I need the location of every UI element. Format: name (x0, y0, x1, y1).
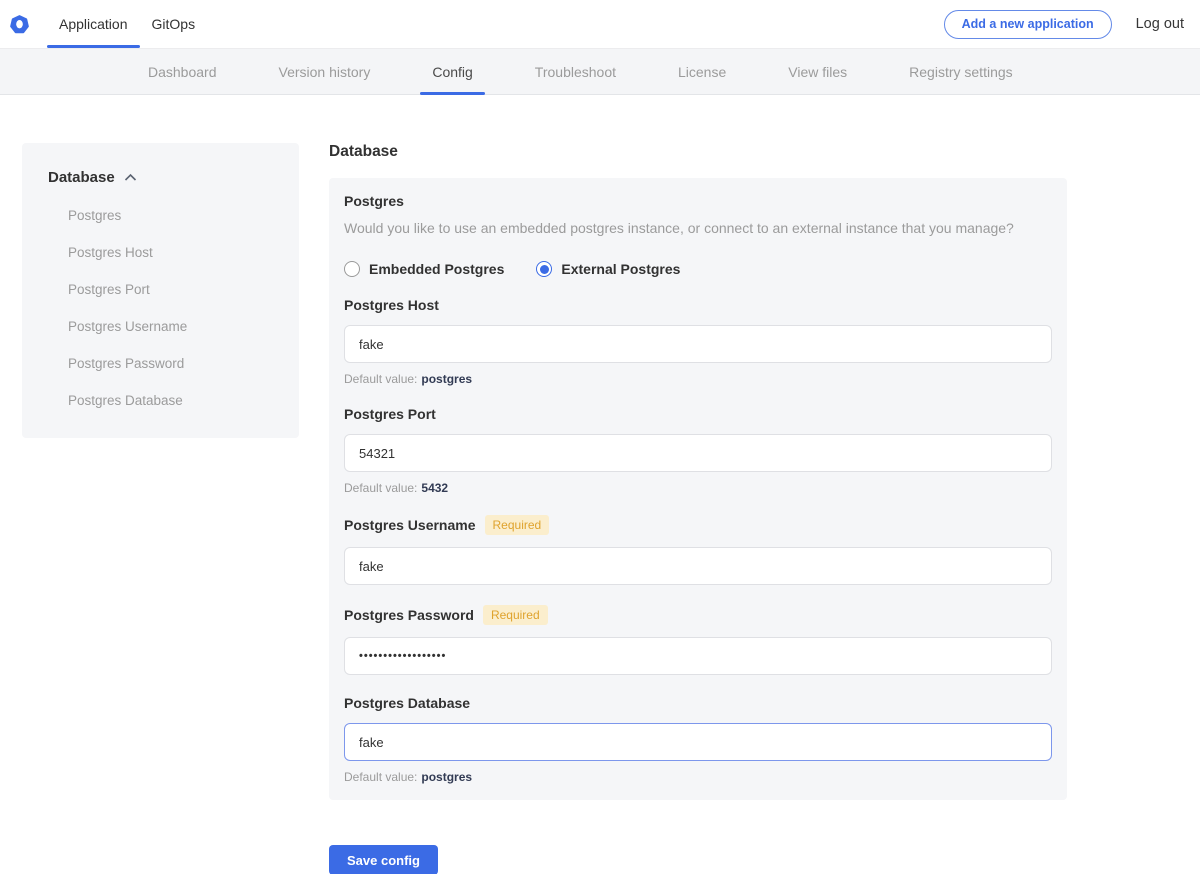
save-config-button[interactable]: Save config (329, 845, 438, 874)
topnav-tabs: Application GitOps (47, 0, 207, 48)
postgres-host-input[interactable] (344, 325, 1052, 363)
required-badge: Required (483, 605, 548, 625)
postgres-port-helper: Default value:5432 (344, 481, 1052, 495)
field-postgres-host: Postgres Host Default value:postgres (344, 297, 1052, 386)
subnav-tab-troubleshoot[interactable]: Troubleshoot (523, 49, 628, 94)
config-page: Database Postgres Postgres Host Postgres… (0, 95, 1200, 874)
field-postgres-database: Postgres Database Default value:postgres (344, 695, 1052, 784)
postgres-password-input[interactable] (344, 637, 1052, 675)
config-item-postgres: Postgres Would you like to use an embedd… (344, 193, 1052, 277)
sidebar-item-postgres-database[interactable]: Postgres Database (48, 393, 279, 408)
subnav-tab-config[interactable]: Config (420, 49, 484, 94)
topnav-right: Add a new application Log out (944, 0, 1200, 48)
radio-selected-icon (536, 261, 552, 277)
top-navbar: Application GitOps Add a new application… (0, 0, 1200, 48)
sidebar-group-label: Database (48, 169, 115, 186)
postgres-database-helper: Default value:postgres (344, 770, 1052, 784)
postgres-host-label: Postgres Host (344, 297, 439, 313)
config-group-panel: Postgres Would you like to use an embedd… (329, 178, 1067, 800)
radio-embedded-postgres[interactable]: Embedded Postgres (344, 261, 504, 277)
postgres-port-input[interactable] (344, 434, 1052, 472)
subnav-tab-view-files[interactable]: View files (776, 49, 859, 94)
postgres-port-label: Postgres Port (344, 406, 436, 422)
field-postgres-username: Postgres Username Required (344, 515, 1052, 585)
topnav-tab-application[interactable]: Application (47, 0, 140, 48)
subnav-tab-registry-settings[interactable]: Registry settings (897, 49, 1024, 94)
postgres-username-label: Postgres Username (344, 517, 476, 533)
postgres-radio-group: Embedded Postgres External Postgres (344, 261, 1052, 277)
sidebar-item-postgres-port[interactable]: Postgres Port (48, 282, 279, 297)
sidebar-item-postgres-username[interactable]: Postgres Username (48, 319, 279, 334)
postgres-username-input[interactable] (344, 547, 1052, 585)
subnav-tab-license[interactable]: License (666, 49, 738, 94)
kots-logo-icon (10, 15, 29, 34)
topnav-tab-gitops[interactable]: GitOps (140, 0, 208, 48)
sidebar-item-list: Postgres Postgres Host Postgres Port Pos… (48, 208, 279, 408)
required-badge: Required (485, 515, 550, 535)
config-main: Database Postgres Would you like to use … (329, 143, 1067, 874)
app-logo[interactable] (10, 0, 47, 48)
sidebar-item-postgres[interactable]: Postgres (48, 208, 279, 223)
app-subnav: Dashboard Version history Config Trouble… (0, 48, 1200, 95)
sidebar-group-database[interactable]: Database (48, 169, 279, 186)
radio-external-postgres[interactable]: External Postgres (536, 261, 680, 277)
postgres-item-title: Postgres (344, 193, 1052, 209)
chevron-up-icon (124, 173, 137, 182)
field-postgres-port: Postgres Port Default value:5432 (344, 406, 1052, 495)
postgres-database-input[interactable] (344, 723, 1052, 761)
add-new-application-button[interactable]: Add a new application (944, 10, 1112, 39)
subnav-tab-dashboard[interactable]: Dashboard (136, 49, 229, 94)
subnav-tab-version-history[interactable]: Version history (267, 49, 383, 94)
field-postgres-password: Postgres Password Required (344, 605, 1052, 675)
sidebar-item-postgres-password[interactable]: Postgres Password (48, 356, 279, 371)
radio-unselected-icon (344, 261, 360, 277)
postgres-password-label: Postgres Password (344, 607, 474, 623)
logout-button[interactable]: Log out (1136, 16, 1184, 32)
config-sidebar: Database Postgres Postgres Host Postgres… (22, 143, 299, 438)
sidebar-item-postgres-host[interactable]: Postgres Host (48, 245, 279, 260)
postgres-host-helper: Default value:postgres (344, 372, 1052, 386)
postgres-database-label: Postgres Database (344, 695, 470, 711)
postgres-item-description: Would you like to use an embedded postgr… (344, 220, 1052, 236)
config-group-heading: Database (329, 143, 1067, 161)
